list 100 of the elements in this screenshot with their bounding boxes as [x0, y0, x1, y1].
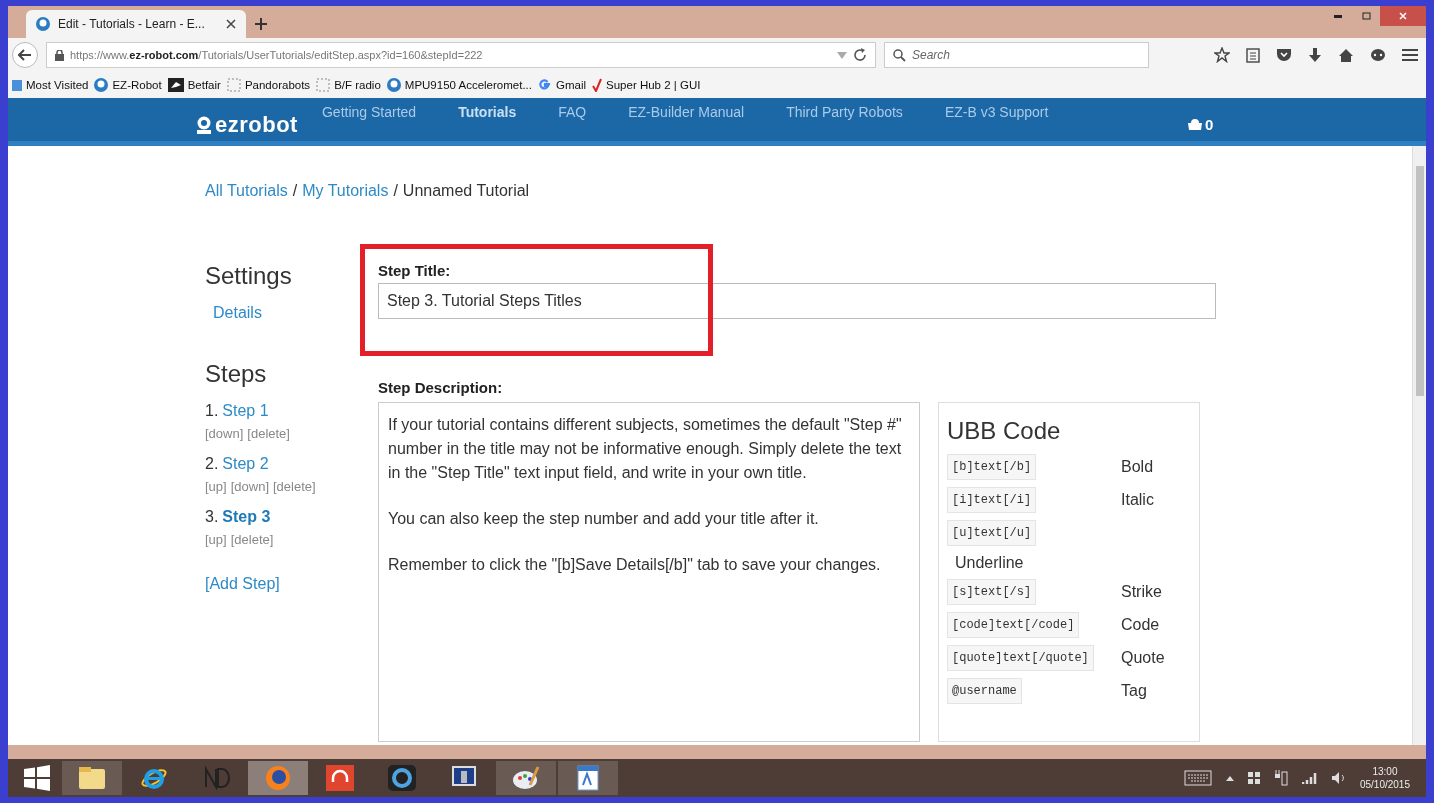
blank-page-icon: [316, 78, 331, 92]
site-logo[interactable]: ezrobot: [196, 111, 298, 138]
step-number: 2.: [205, 455, 219, 473]
nav-link[interactable]: FAQ: [558, 104, 587, 120]
star-icon[interactable]: [1214, 47, 1230, 63]
step-number: 1.: [205, 402, 219, 420]
close-icon[interactable]: [226, 19, 236, 29]
step-action-link[interactable]: [down]: [205, 426, 244, 441]
back-button[interactable]: [12, 42, 38, 68]
step-title-label: Step Title:: [378, 262, 452, 279]
download-icon[interactable]: [1308, 47, 1322, 63]
menu-icon[interactable]: [1402, 48, 1418, 62]
g-letter-icon: [538, 78, 552, 92]
code-sample: [quote]text[/quote]: [947, 645, 1094, 671]
bookmark-link[interactable]: B/F radio: [316, 78, 381, 92]
home-icon[interactable]: [1338, 47, 1354, 63]
search-field[interactable]: Search: [884, 42, 1149, 68]
scrollbar-thumb[interactable]: [1415, 166, 1424, 396]
nav-link[interactable]: EZ-Builder Manual: [628, 104, 745, 120]
bookmark-folder-icon: [12, 78, 22, 92]
taskbar-app[interactable]: [496, 761, 556, 795]
description-paragraph: If your tutorial contains different subjects, sometimes the default "Step #" number in the title may not be informative enough. Simply delete the text in the "Step Title" text input field, and write in your own title.: [388, 415, 903, 483]
signal-bars-icon[interactable]: [1301, 772, 1318, 784]
padlock-icon: [55, 49, 64, 61]
code-sample: [code]text[/code]: [947, 612, 1080, 638]
tab-title: Edit - Tutorials - Learn - E...: [58, 17, 206, 31]
nav-link[interactable]: EZ-B v3 Support: [944, 104, 1049, 120]
robot-head-icon: [196, 115, 212, 134]
plus-icon: [255, 18, 267, 30]
flag-icon: [167, 78, 184, 92]
address-field[interactable]: https://www.ez-robot.com/Tutorials/UserTutorials/editStep.aspx?id=160&stepId=222: [46, 42, 876, 68]
bookmark-link[interactable]: Super Hub 2 | GUI: [592, 78, 701, 92]
bookmark-link[interactable]: Gmail: [538, 78, 587, 92]
nav-link[interactable]: Getting Started: [321, 104, 417, 120]
ubb-heading: UBB Code: [947, 417, 1062, 445]
folder-icon: [78, 766, 106, 790]
breadcrumb-link[interactable]: My Tutorials: [302, 182, 389, 200]
code-sample: [u]text[/u]: [947, 520, 1037, 546]
speaker-icon[interactable]: [1331, 772, 1346, 784]
search-placeholder: Search: [912, 48, 951, 62]
pocket-icon[interactable]: [1276, 48, 1292, 62]
description-field[interactable]: [378, 402, 920, 742]
code-sample: [b]text[/b]: [947, 454, 1037, 480]
clipboard-icon[interactable]: [1246, 47, 1260, 63]
step-link[interactable]: Step 1: [222, 402, 269, 420]
breadcrumb-separator: /: [292, 182, 298, 200]
step-description-label: Step Description:: [378, 379, 504, 396]
code-description: Bold: [1121, 458, 1154, 476]
bookmark-link[interactable]: Betfair: [167, 78, 221, 92]
windows-logo-icon: [24, 765, 50, 791]
bookmark-link[interactable]: EZ-Robot: [94, 78, 162, 92]
battery-plug-icon[interactable]: [1273, 770, 1288, 786]
step-action-link[interactable]: [delete]: [247, 426, 290, 441]
keyboard-icon[interactable]: [1183, 770, 1212, 786]
taskbar-app[interactable]: [558, 761, 618, 795]
taskbar-app[interactable]: [62, 761, 122, 795]
breadcrumb-link[interactable]: All Tutorials: [205, 182, 288, 200]
code-description: Italic: [1121, 491, 1154, 509]
step-link[interactable]: Step 3: [222, 508, 271, 526]
nd-logo-icon: [202, 765, 230, 791]
details-link[interactable]: Details: [213, 304, 378, 322]
settings-heading: Settings: [205, 262, 293, 290]
nav-link[interactable]: Third Party Robots: [786, 104, 903, 120]
add-step-link[interactable]: [Add Step]: [205, 575, 378, 593]
step-action-link[interactable]: [up]: [205, 532, 227, 547]
browser-tab[interactable]: Edit - Tutorials - Learn - E...: [26, 10, 246, 38]
reload-icon[interactable]: [853, 48, 867, 62]
current-page-title: Unnamed Tutorial: [402, 182, 530, 200]
code-description: Underline: [955, 554, 1024, 572]
document-icon: [576, 765, 600, 791]
nav-link[interactable]: Tutorials: [458, 104, 517, 120]
step-link[interactable]: Step 2: [222, 455, 269, 473]
minimize-icon: [1334, 14, 1342, 18]
clock-date: 05/10/2015: [1359, 778, 1410, 791]
bookmark-link[interactable]: MPU9150 Acceleromet...: [386, 78, 532, 92]
code-sample: [s]text[/s]: [947, 579, 1037, 605]
steps-heading: Steps: [205, 360, 268, 388]
palette-icon: [512, 765, 540, 791]
description-paragraph: Remember to click the "[b]Save Details[/b]" tab to save your changes.: [388, 555, 882, 575]
bookmark-link[interactable]: Most Visited: [12, 78, 89, 92]
step-action-link[interactable]: [down]: [230, 479, 269, 494]
headphones-icon: [326, 765, 354, 791]
step-action-link[interactable]: [up]: [205, 479, 227, 494]
maximize-icon: [1361, 12, 1371, 20]
step-action-link[interactable]: [delete]: [273, 479, 316, 494]
step-title-field[interactable]: Step 3. Tutorial Steps Titles: [378, 283, 1216, 319]
code-description: Tag: [1121, 682, 1147, 700]
robot-head-icon: [36, 17, 50, 31]
step-number: 3.: [205, 508, 219, 526]
code-sample: @username: [947, 678, 1022, 704]
windows-flag-icon[interactable]: [1247, 772, 1260, 784]
up-caret-icon[interactable]: [1225, 775, 1234, 781]
chat-icon[interactable]: [1370, 47, 1386, 63]
cart-link[interactable]: 0: [1188, 116, 1214, 133]
step-action-link[interactable]: [delete]: [230, 532, 274, 547]
code-description: Quote: [1121, 649, 1165, 667]
robot-head-icon: [94, 78, 109, 92]
bookmark-link[interactable]: Pandorabots: [226, 78, 311, 92]
clock-time: 13:00: [1372, 765, 1398, 778]
scrollbar[interactable]: [1412, 146, 1426, 745]
